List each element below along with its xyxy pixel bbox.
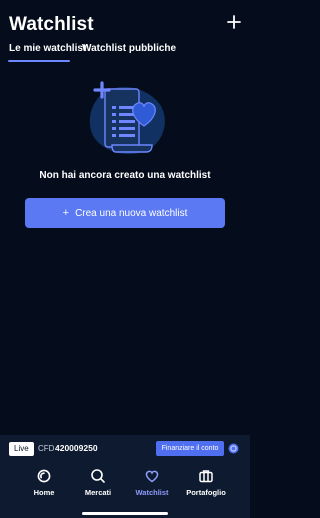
search-icon [91, 469, 105, 483]
heart-icon [145, 470, 159, 483]
nav-label-portfolio: Portafoglio [186, 488, 226, 497]
home-indicator [82, 512, 168, 515]
nav-item-watchlist[interactable]: Watchlist [125, 468, 179, 497]
nav-item-markets[interactable]: Mercati [71, 468, 125, 497]
account-mode-badge[interactable]: Live [9, 442, 34, 456]
account-type: CFD [38, 444, 55, 453]
bottom-navigation: Home Mercati Watchlist Portafoglio [0, 468, 250, 508]
account-bar: Live CFD 420009250 Finanziare il conto [0, 435, 250, 463]
account-number: 420009250 [55, 443, 98, 453]
nav-label-home: Home [33, 488, 55, 497]
nav-item-home[interactable]: Home [17, 468, 71, 497]
create-watchlist-label: Crea una nuova watchlist [75, 207, 188, 219]
support-icon[interactable] [228, 443, 239, 454]
nav-item-portfolio[interactable]: Portafoglio [179, 468, 233, 497]
plus-icon: + [62, 207, 70, 219]
plus-icon[interactable] [227, 15, 241, 29]
briefcase-icon [199, 470, 213, 483]
active-tab-indicator [8, 60, 70, 62]
tab-public-watchlists[interactable]: Watchlist pubbliche [82, 43, 176, 54]
page-title: Watchlist [9, 14, 94, 35]
home-icon [37, 469, 51, 483]
tab-bar: Le mie watchlist Watchlist pubbliche [0, 40, 250, 64]
tab-my-watchlists[interactable]: Le mie watchlist [9, 43, 86, 54]
nav-label-watchlist: Watchlist [135, 488, 169, 497]
empty-state-message: Non hai ancora creato una watchlist [39, 170, 211, 181]
bottom-panel: Live CFD 420009250 Finanziare il conto H… [0, 435, 250, 518]
fund-account-button[interactable]: Finanziare il conto [156, 441, 224, 456]
create-watchlist-button[interactable]: + Crea una nuova watchlist [25, 198, 225, 228]
nav-label-markets: Mercati [84, 488, 112, 497]
watchlist-document-heart-illustration [89, 81, 165, 155]
